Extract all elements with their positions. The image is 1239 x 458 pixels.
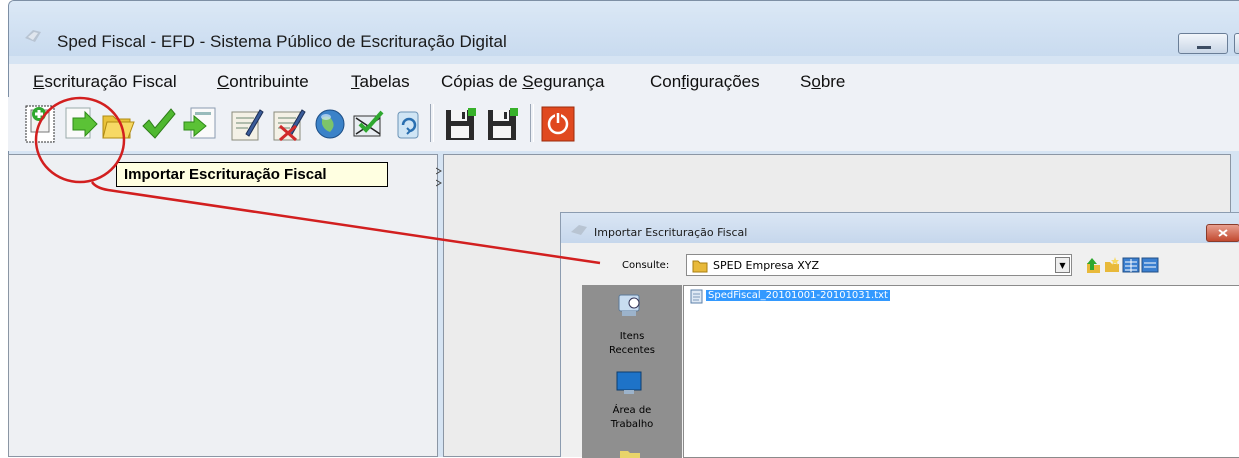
menu-configuracoes[interactable]: Configurações (650, 72, 760, 92)
new-folder-icon[interactable] (1103, 256, 1121, 274)
places-bar: Itens Recentes Área de Trabalho (582, 285, 682, 458)
title-bar[interactable]: Sped Fiscal - EFD - Sistema Público de E… (9, 1, 1239, 56)
menu-tabelas[interactable]: Tabelas (351, 72, 410, 92)
chevron-down-icon[interactable]: ▼ (1055, 257, 1070, 273)
place-label: Área de Trabalho (610, 405, 654, 430)
menu-label: Escrituração Fiscal (33, 72, 177, 91)
toolbar-separator (430, 104, 434, 142)
folder-icon (692, 260, 708, 273)
menu-label: Contribuinte (217, 72, 309, 91)
menu-label: Cópias de Segurança (441, 72, 605, 91)
close-button[interactable] (1206, 224, 1239, 242)
place-label: Itens Recentes (609, 331, 655, 356)
open-folder-icon[interactable] (100, 104, 136, 144)
look-in-label: Consulte: (622, 260, 670, 271)
details-view-icon[interactable] (1141, 256, 1159, 274)
dialog-title-bar[interactable]: Importar Escrituração Fiscal (561, 213, 1239, 243)
checkmark-icon[interactable] (140, 104, 176, 144)
minimize-button[interactable] (1178, 33, 1228, 54)
menu-label: Configurações (650, 72, 760, 91)
look-in-dropdown[interactable]: SPED Empresa XYZ ▼ (686, 254, 1072, 276)
list-view-icon[interactable] (1122, 256, 1140, 274)
maximize-button[interactable] (1234, 33, 1239, 54)
look-in-value: SPED Empresa XYZ (713, 259, 819, 272)
restore-backup-icon[interactable] (484, 104, 520, 144)
sign-document-icon[interactable] (228, 104, 264, 144)
save-backup-icon[interactable] (442, 104, 478, 144)
delete-signature-icon[interactable] (270, 104, 306, 144)
recent-items-icon (618, 294, 640, 316)
receipt-icon[interactable] (350, 104, 386, 144)
app-logo-icon (571, 225, 587, 235)
toolbar-tooltip: Importar Escrituração Fiscal (116, 162, 388, 187)
import-arrow-icon[interactable] (63, 104, 99, 144)
desktop-icon (616, 371, 642, 394)
menu-label: Tabelas (351, 72, 410, 91)
menu-contribuinte[interactable]: Contribuinte (217, 72, 309, 92)
up-folder-icon[interactable] (1084, 256, 1102, 274)
left-panel (8, 154, 438, 457)
menu-bar (9, 64, 1239, 98)
place-recent-items[interactable]: Itens Recentes (582, 285, 682, 365)
dialog-title: Importar Escrituração Fiscal (594, 226, 748, 239)
file-name: SpedFiscal_20101001-20101031.txt (706, 290, 890, 301)
file-list[interactable]: SpedFiscal_20101001-20101031.txt (683, 285, 1239, 458)
globe-icon[interactable] (312, 104, 348, 144)
menu-label: Sobre (800, 72, 846, 91)
menu-sobre[interactable]: Sobre (800, 72, 845, 92)
menu-escrituracao-fiscal[interactable]: Escrituração Fiscal (33, 72, 177, 92)
place-desktop[interactable]: Área de Trabalho (582, 367, 682, 447)
toolbar-separator (530, 104, 534, 142)
close-icon (1218, 229, 1228, 237)
menu-copias-de-seguranca[interactable]: Cópias de Segurança (441, 72, 605, 92)
import-dialog: Importar Escrituração Fiscal Consulte: S… (560, 212, 1239, 458)
app-logo-icon (25, 30, 41, 42)
window-title: Sped Fiscal - EFD - Sistema Público de E… (57, 32, 507, 51)
splitter-handle[interactable] (436, 160, 442, 457)
export-arrow-icon[interactable] (182, 104, 218, 144)
text-file-icon (690, 289, 703, 304)
new-document-icon[interactable] (22, 104, 58, 144)
power-icon[interactable] (540, 104, 576, 144)
refresh-icon[interactable] (390, 104, 426, 144)
